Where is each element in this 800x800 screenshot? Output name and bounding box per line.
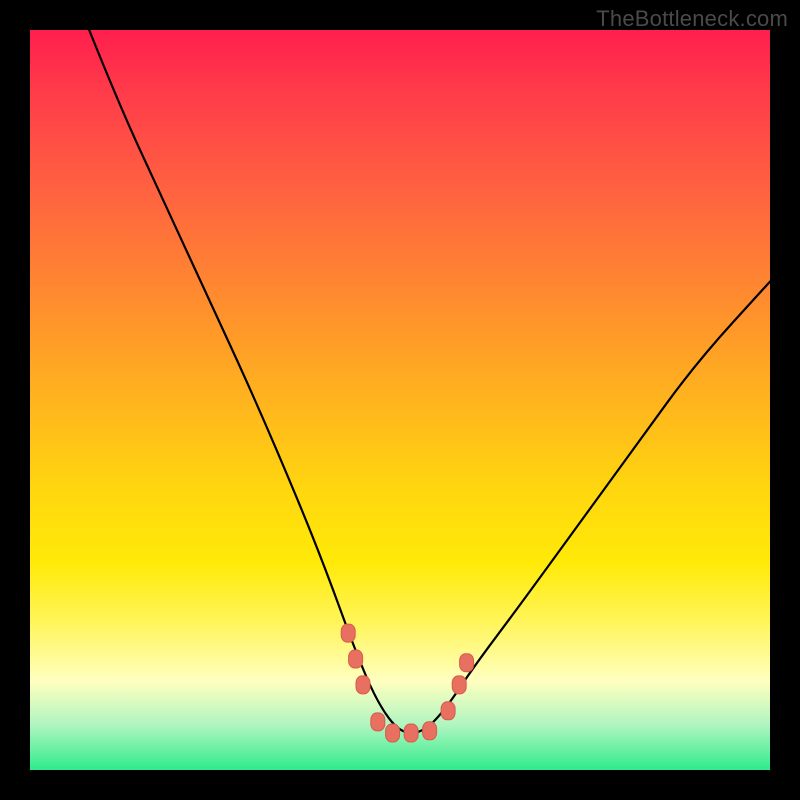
curve-marker [371,713,385,731]
curve-marker [341,624,355,642]
chart-frame: TheBottleneck.com [0,0,800,800]
curve-marker [356,676,370,694]
curve-marker [423,722,437,740]
watermark-text: TheBottleneck.com [596,6,788,32]
trough-markers [341,624,473,742]
plot-area [30,30,770,770]
curve-marker [452,676,466,694]
curve-marker [404,724,418,742]
curve-svg [30,30,770,770]
curve-marker [386,724,400,742]
curve-marker [460,654,474,672]
curve-marker [349,650,363,668]
curve-marker [441,702,455,720]
bottleneck-curve [89,30,770,733]
